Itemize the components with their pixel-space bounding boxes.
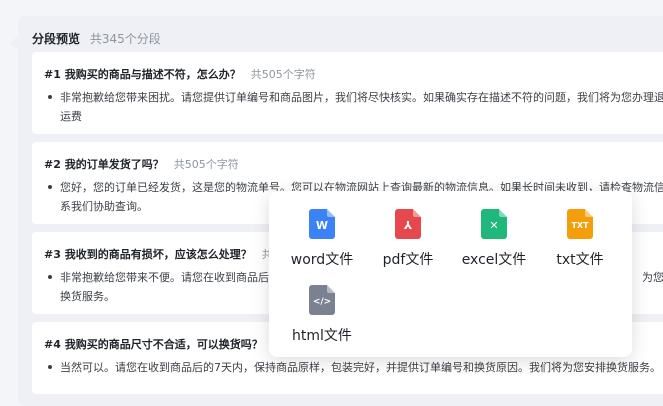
excel-file-icon: ✕ <box>481 209 507 239</box>
panel-pointer <box>10 36 18 50</box>
export-html-option[interactable]: </> html文件 <box>282 285 362 345</box>
export-excel-option[interactable]: ✕ excel文件 <box>454 209 534 269</box>
segment-card[interactable]: #1 我购买的商品与描述不符，怎么办？ 共505个字符 非常抱歉给您带来困扰。请您… <box>32 52 663 134</box>
pdf-file-icon: ⅄ <box>395 209 421 239</box>
bullet-icon <box>48 185 52 189</box>
export-pdf-option[interactable]: ⅄ pdf文件 <box>368 209 448 269</box>
segment-title: #1 我购买的商品与描述不符，怎么办？ 共505个字符 <box>44 68 316 81</box>
html-file-icon: </> <box>309 285 335 315</box>
char-count: 共505个字符 <box>173 158 239 171</box>
bullet-icon <box>48 95 52 99</box>
word-file-icon: W <box>309 209 335 239</box>
segment-title: #2 我的订单发货了吗？ 共505个字符 <box>44 158 239 171</box>
txt-file-icon: TXT <box>567 209 593 239</box>
segment-content: 非常抱歉给您带来困扰。请您提供订单编号和商品图片，我们将尽快核实。如果确实存在描… <box>44 88 663 126</box>
bullet-icon <box>48 365 52 369</box>
export-txt-option[interactable]: TXT txt文件 <box>540 209 620 269</box>
export-format-menu: W word文件 ⅄ pdf文件 ✕ excel文件 TXT txt文件 </>… <box>269 191 632 357</box>
panel-title: 分段预览 <box>32 32 81 46</box>
segment-count: 共345个分段 <box>89 32 161 46</box>
export-word-option[interactable]: W word文件 <box>282 209 362 269</box>
panel-header: 分段预览 共345个分段 <box>32 30 161 47</box>
char-count: 共505个字符 <box>250 68 316 81</box>
bullet-icon <box>48 275 52 279</box>
segment-content: 当然可以。请您在收到商品后的7天内，保持商品原样，包装完好，并提供订单编号和换货… <box>44 358 663 377</box>
